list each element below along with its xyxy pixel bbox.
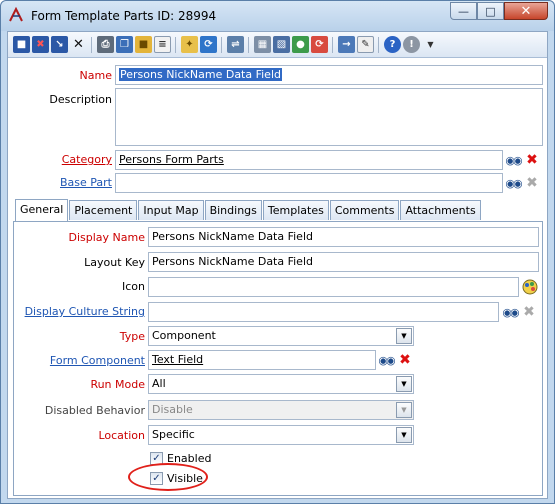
notes-icon[interactable]: ≡: [154, 36, 171, 53]
palette-icon: [522, 279, 538, 295]
general-tab-panel: Display Name Persons NickName Data Field…: [13, 221, 543, 496]
form-component-link[interactable]: Form Component: [14, 354, 145, 367]
location-value: Specific: [152, 428, 195, 441]
save-delete-icon[interactable]: ✖: [32, 36, 49, 53]
title-bar[interactable]: Form Template Parts ID: 28994 — □ ✕: [1, 1, 554, 31]
description-label: Description: [49, 93, 112, 106]
culture-search-icon[interactable]: ◉◉: [501, 303, 519, 321]
type-value: Component: [152, 329, 216, 342]
toolbar-separator: [248, 37, 249, 53]
link-icon[interactable]: ⇌: [227, 36, 244, 53]
category-input[interactable]: Persons Form Parts: [115, 150, 503, 170]
category-search-icon[interactable]: ◉◉: [504, 151, 522, 169]
icon-label: Icon: [122, 280, 145, 293]
chevron-down-icon[interactable]: ▼: [396, 376, 412, 392]
open-folder-icon[interactable]: ■: [135, 36, 152, 53]
save-close-icon[interactable]: ↘: [51, 36, 68, 53]
base-part-link[interactable]: Base Part: [16, 176, 112, 189]
run-mode-value: All: [152, 377, 166, 390]
tab-input-map[interactable]: Input Map: [138, 200, 204, 220]
name-input[interactable]: Persons NickName Data Field: [115, 65, 543, 85]
chevron-down-icon[interactable]: ▼: [396, 328, 412, 344]
wand-icon[interactable]: ✦: [181, 36, 198, 53]
form-component-clear-icon[interactable]: ✖: [396, 351, 414, 369]
tab-strip: General Placement Input Map Bindings Tem…: [15, 199, 482, 221]
base-part-clear-icon[interactable]: ✖: [523, 174, 541, 192]
disabled-behavior-label: Disabled Behavior: [44, 404, 145, 417]
layout-key-label: Layout Key: [84, 256, 145, 269]
save-icon[interactable]: ■: [13, 36, 30, 53]
window: Form Template Parts ID: 28994 — □ ✕ ■ ✖ …: [0, 0, 555, 504]
globe-icon[interactable]: ●: [292, 36, 309, 53]
icon-input[interactable]: [148, 277, 519, 297]
culture-string-link[interactable]: Display Culture String: [14, 305, 145, 318]
layout-icon[interactable]: ▦: [254, 36, 271, 53]
tab-bindings[interactable]: Bindings: [204, 200, 262, 220]
arrow-in-icon[interactable]: →: [338, 36, 355, 53]
category-link[interactable]: Category: [16, 153, 112, 166]
run-mode-label: Run Mode: [90, 378, 145, 391]
form-component-search-icon[interactable]: ◉◉: [377, 351, 395, 369]
base-part-input[interactable]: [115, 173, 503, 193]
tab-comments[interactable]: Comments: [329, 200, 400, 220]
app-icon: [9, 7, 23, 22]
chevron-down-icon[interactable]: ▼: [396, 427, 412, 443]
tab-attachments[interactable]: Attachments: [400, 200, 481, 220]
highlight-ellipse: [128, 463, 208, 491]
edit-icon[interactable]: ✎: [357, 36, 374, 53]
culture-string-input[interactable]: [148, 302, 499, 322]
disabled-behavior-dropdown: Disable ▼: [148, 400, 414, 420]
display-name-label: Display Name: [68, 231, 146, 244]
display-name-input[interactable]: Persons NickName Data Field: [148, 227, 539, 247]
run-mode-dropdown[interactable]: All ▼: [148, 374, 414, 394]
toolbar-separator: [175, 37, 176, 53]
info-icon[interactable]: !: [403, 36, 420, 53]
toolbar-separator: [332, 37, 333, 53]
more-icon[interactable]: ▼: [422, 36, 439, 53]
delete-icon[interactable]: ✕: [70, 36, 87, 53]
maximize-button[interactable]: □: [477, 2, 504, 20]
layout-key-input[interactable]: Persons NickName Data Field: [148, 252, 539, 272]
disabled-behavior-value: Disable: [152, 403, 193, 416]
tab-templates[interactable]: Templates: [262, 200, 329, 220]
minimize-button[interactable]: —: [450, 2, 477, 20]
type-label: Type: [119, 330, 145, 343]
culture-clear-icon[interactable]: ✖: [520, 303, 538, 321]
toolbar-separator: [221, 37, 222, 53]
category-value: Persons Form Parts: [119, 153, 224, 166]
base-part-search-icon[interactable]: ◉◉: [504, 174, 522, 192]
tab-general[interactable]: General: [15, 199, 69, 221]
window-title: Form Template Parts ID: 28994: [31, 9, 217, 23]
chevron-down-icon: ▼: [396, 402, 412, 418]
name-value: Persons NickName Data Field: [119, 68, 282, 81]
toolbar-separator: [91, 37, 92, 53]
print-icon[interactable]: ⎙: [97, 36, 114, 53]
close-button[interactable]: ✕: [504, 2, 548, 20]
name-label: Name: [79, 69, 112, 82]
sync-icon[interactable]: ⟳: [311, 36, 328, 53]
refresh-icon[interactable]: ⟳: [200, 36, 217, 53]
location-dropdown[interactable]: Specific ▼: [148, 425, 414, 445]
location-label: Location: [98, 429, 145, 442]
toolbar-separator: [378, 37, 379, 53]
icon-picker-icon[interactable]: [521, 278, 539, 296]
type-dropdown[interactable]: Component ▼: [148, 326, 414, 346]
tab-placement[interactable]: Placement: [69, 200, 138, 220]
copy-icon[interactable]: ❐: [116, 36, 133, 53]
layout2-icon[interactable]: ▧: [273, 36, 290, 53]
category-clear-icon[interactable]: ✖: [523, 151, 541, 169]
form-component-value: Text Field: [152, 353, 204, 366]
toolbar: ■ ✖ ↘ ✕ ⎙ ❐ ■ ≡ ✦ ⟳ ⇌ ▦ ▧ ● ⟳ → ✎ ? ! ▼: [8, 32, 547, 58]
form-component-input[interactable]: Text Field: [148, 350, 376, 370]
description-input[interactable]: [115, 88, 543, 146]
client-area: ■ ✖ ↘ ✕ ⎙ ❐ ■ ≡ ✦ ⟳ ⇌ ▦ ▧ ● ⟳ → ✎ ? ! ▼: [7, 31, 548, 499]
help-icon[interactable]: ?: [384, 36, 401, 53]
